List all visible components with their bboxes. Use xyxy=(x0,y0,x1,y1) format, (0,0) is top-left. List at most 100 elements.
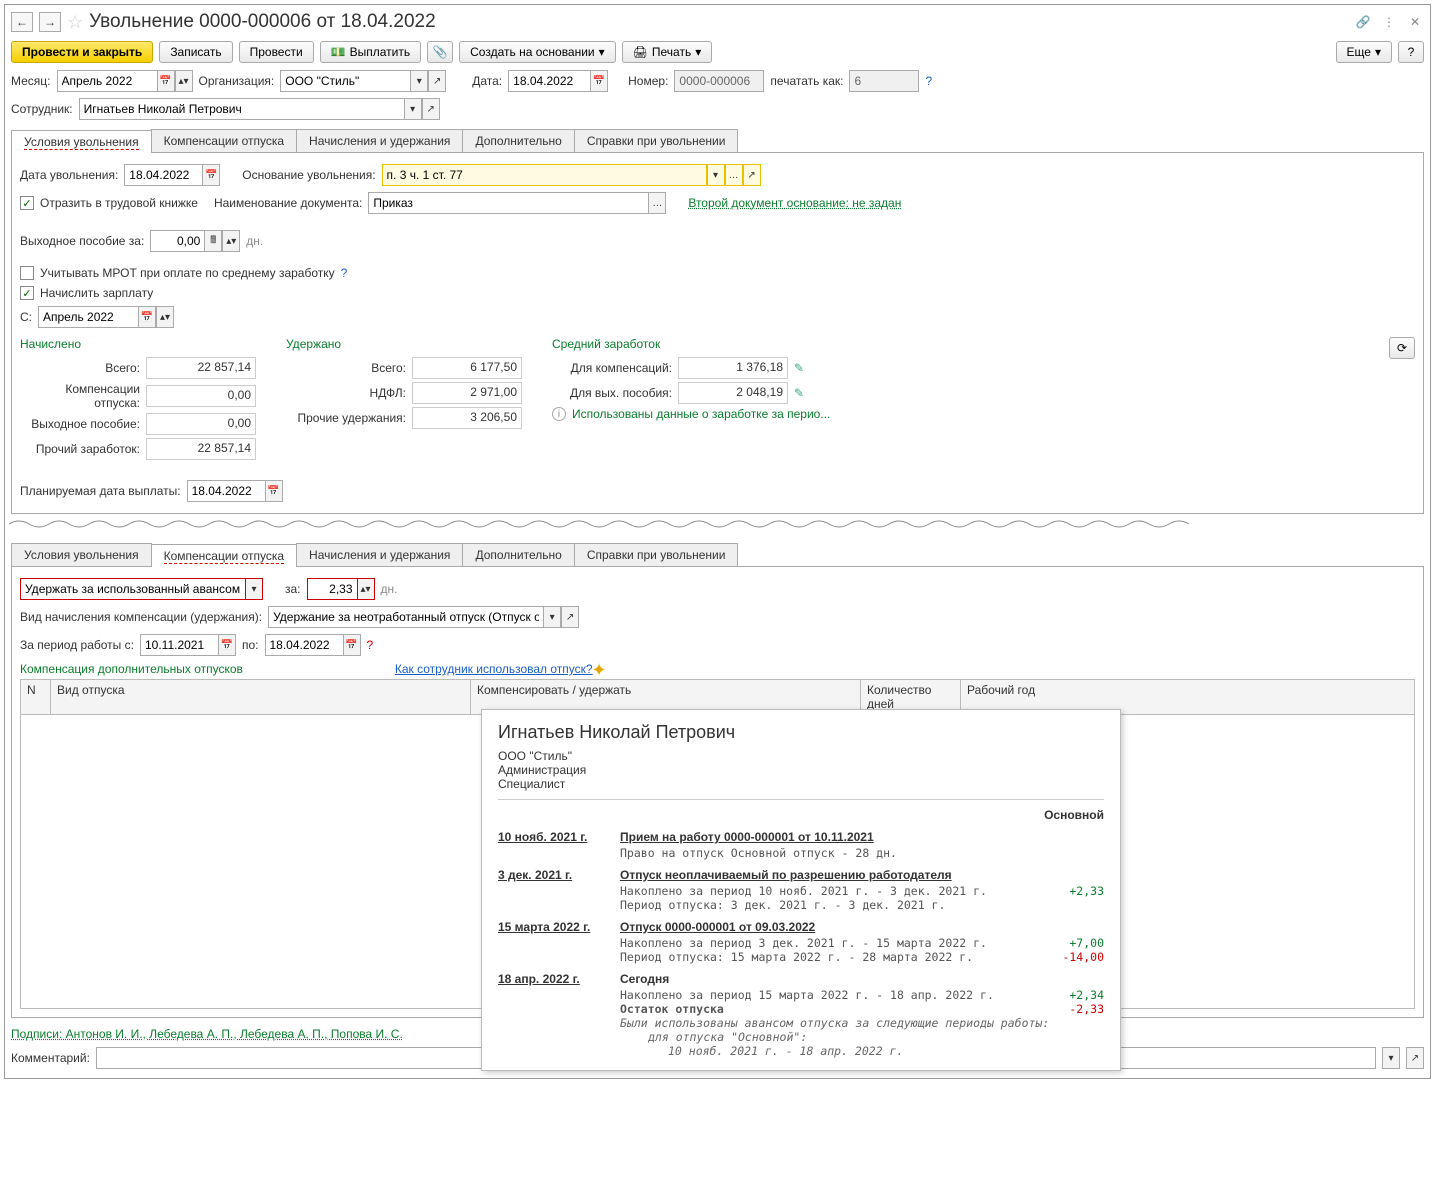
num-input xyxy=(674,70,764,92)
print-button[interactable]: 🖨 Печать ▾ xyxy=(622,41,713,63)
print-as-input[interactable] xyxy=(849,70,919,92)
tab-calc[interactable]: Начисления и удержания xyxy=(296,129,463,152)
dismiss-date-input[interactable] xyxy=(124,164,202,186)
from-input[interactable] xyxy=(38,306,138,328)
kind-label: Вид начисления компенсации (удержания): xyxy=(20,610,262,624)
kind-open-icon[interactable]: ↗ xyxy=(561,606,579,628)
lower-tabs: Условия увольнения Компенсации отпуска Н… xyxy=(11,543,1424,567)
emp-open-icon[interactable]: ↗ xyxy=(422,98,440,120)
pay-button[interactable]: 💵Выплатить xyxy=(320,41,421,63)
period-to-cal-icon[interactable]: 📅 xyxy=(343,634,361,656)
days-input[interactable] xyxy=(307,578,357,600)
signatures-link[interactable]: Подписи: Антонов И. И., Лебедева А. П., … xyxy=(11,1027,403,1041)
tab-conditions[interactable]: Условия увольнения xyxy=(11,130,152,153)
comment-label: Комментарий: xyxy=(11,1051,90,1065)
close-icon[interactable]: ✕ xyxy=(1406,15,1424,29)
action-drop-icon[interactable]: ▾ xyxy=(245,578,263,600)
plan-pay-cal-icon[interactable]: 📅 xyxy=(265,480,283,502)
nav-back-button[interactable]: ← xyxy=(11,12,33,32)
plan-pay-input[interactable] xyxy=(187,480,265,502)
kind-input[interactable] xyxy=(268,606,543,628)
days-stepper[interactable]: ▴▾ xyxy=(357,578,375,600)
sev-stepper[interactable]: ▴▾ xyxy=(222,230,240,252)
mrot-label: Учитывать МРОТ при оплате по среднему за… xyxy=(40,266,335,280)
info-icon[interactable]: i xyxy=(552,407,566,421)
org-drop-icon[interactable]: ▾ xyxy=(410,70,428,92)
accrued-comp: 0,00 xyxy=(146,385,256,407)
attach-button[interactable]: 📎 xyxy=(427,41,453,63)
tab2-conditions[interactable]: Условия увольнения xyxy=(11,543,152,566)
upper-tabs: Условия увольнения Компенсации отпуска Н… xyxy=(11,129,1424,153)
edit-sev-icon[interactable]: ✎ xyxy=(794,386,804,400)
basis-dots-icon[interactable]: … xyxy=(725,164,743,186)
period-to-input[interactable] xyxy=(265,634,343,656)
action-select[interactable] xyxy=(20,578,245,600)
tab2-compensation[interactable]: Компенсации отпуска xyxy=(151,544,297,567)
extra-comp-label: Компенсация дополнительных отпусков xyxy=(20,662,243,676)
date-cal-icon[interactable]: 📅 xyxy=(590,70,608,92)
save-button[interactable]: Записать xyxy=(159,41,232,63)
favorite-icon[interactable]: ☆ xyxy=(67,12,83,33)
tab-certs[interactable]: Справки при увольнении xyxy=(574,129,739,152)
basis-open-icon[interactable]: ↗ xyxy=(743,164,761,186)
tab-extra[interactable]: Дополнительно xyxy=(462,129,574,152)
comment-drop-icon[interactable]: ▾ xyxy=(1382,1047,1400,1069)
month-input[interactable] xyxy=(57,70,157,92)
dismiss-cal-icon[interactable]: 📅 xyxy=(202,164,220,186)
period-from-input[interactable] xyxy=(140,634,218,656)
print-as-label: печатать как: xyxy=(770,74,843,88)
tab-compensation[interactable]: Компенсации отпуска xyxy=(151,129,297,152)
sev-calc-icon[interactable]: 🖩 xyxy=(204,230,222,252)
info-text: Использованы данные о заработке за перио… xyxy=(572,407,830,421)
popup-emp-name: Игнатьев Николай Петрович xyxy=(498,722,1104,743)
org-input[interactable] xyxy=(280,70,410,92)
sev-unit: дн. xyxy=(246,234,263,248)
window-title: Увольнение 0000-000006 от 18.04.2022 xyxy=(89,11,1348,33)
docname-dots-icon[interactable]: … xyxy=(648,192,666,214)
kind-drop-icon[interactable]: ▾ xyxy=(543,606,561,628)
docname-input[interactable] xyxy=(368,192,648,214)
from-stepper[interactable]: ▴▾ xyxy=(156,306,174,328)
date-input[interactable] xyxy=(508,70,590,92)
mrot-help[interactable]: ? xyxy=(341,266,348,280)
tab2-certs[interactable]: Справки при увольнении xyxy=(574,543,739,566)
emp-drop-icon[interactable]: ▾ xyxy=(404,98,422,120)
sev-input[interactable] xyxy=(150,230,204,252)
help-button[interactable]: ? xyxy=(1398,41,1424,63)
basis-input[interactable] xyxy=(382,164,707,186)
how-used-link[interactable]: Как сотрудник использовал отпуск? xyxy=(395,662,593,676)
basis-drop-icon[interactable]: ▾ xyxy=(707,164,725,186)
more-button[interactable]: Еще ▾ xyxy=(1336,41,1392,63)
reflect-checkbox[interactable]: ✓ xyxy=(20,196,34,210)
nav-fwd-button[interactable]: → xyxy=(39,12,61,32)
popup-pos: Специалист xyxy=(498,777,1104,791)
refresh-button[interactable]: ⟳ xyxy=(1389,337,1415,359)
extra-table-body[interactable]: Игнатьев Николай Петрович ООО "Стиль" Ад… xyxy=(20,709,1415,1009)
org-open-icon[interactable]: ↗ xyxy=(428,70,446,92)
wh-other: 3 206,50 xyxy=(412,407,522,429)
mrot-checkbox[interactable] xyxy=(20,266,34,280)
emp-input[interactable] xyxy=(79,98,404,120)
calc-salary-checkbox[interactable]: ✓ xyxy=(20,286,34,300)
tab2-extra[interactable]: Дополнительно xyxy=(462,543,574,566)
print-as-help[interactable]: ? xyxy=(925,74,932,88)
period-warn-icon[interactable]: ? xyxy=(367,638,374,652)
post-close-button[interactable]: Провести и закрыть xyxy=(11,41,153,63)
link-icon[interactable]: 🔗 xyxy=(1354,15,1372,29)
sev-label: Выходное пособие за: xyxy=(20,234,144,248)
comment-open-icon[interactable]: ↗ xyxy=(1406,1047,1424,1069)
plan-pay-label: Планируемая дата выплаты: xyxy=(20,484,181,498)
month-stepper[interactable]: ▴▾ xyxy=(175,70,193,92)
from-cal-icon[interactable]: 📅 xyxy=(138,306,156,328)
month-cal-icon[interactable]: 📅 xyxy=(157,70,175,92)
avg-heading: Средний заработок xyxy=(552,337,830,351)
edit-comp-icon[interactable]: ✎ xyxy=(794,361,804,375)
post-button[interactable]: Провести xyxy=(239,41,314,63)
period-from-label: За период работы с: xyxy=(20,638,134,652)
period-from-cal-icon[interactable]: 📅 xyxy=(218,634,236,656)
tab2-calc[interactable]: Начисления и удержания xyxy=(296,543,463,566)
create-based-button[interactable]: Создать на основании ▾ xyxy=(459,41,616,63)
wh-total: 6 177,50 xyxy=(412,357,522,379)
kebab-icon[interactable]: ⋮ xyxy=(1380,15,1398,29)
second-doc-link[interactable]: Второй документ основание: не задан xyxy=(688,196,901,210)
